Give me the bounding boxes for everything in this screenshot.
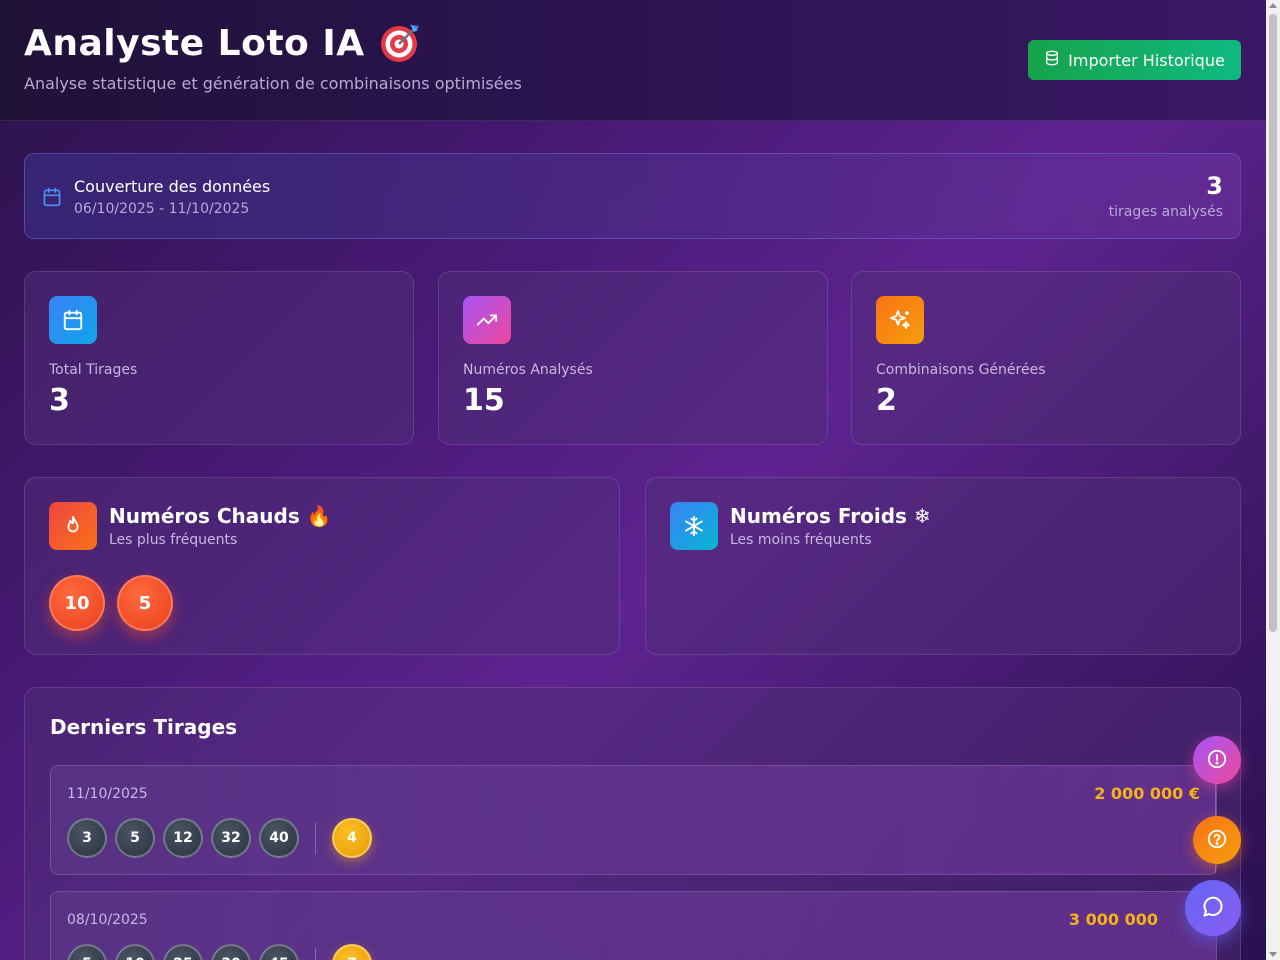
help-circle-icon: [1206, 828, 1228, 853]
draw-number-ball: 5: [67, 944, 107, 960]
draw-number-ball: 5: [115, 818, 155, 858]
draw-number-ball: 12: [163, 818, 203, 858]
trending-up-icon: [463, 296, 511, 344]
app-header: Analyste Loto IA Analyse statistique et …: [0, 0, 1266, 121]
draw-date: 11/10/2025: [67, 786, 148, 802]
draw-separator: [315, 948, 316, 960]
chat-button[interactable]: [1185, 880, 1241, 936]
cold-numbers-subtitle: Les moins fréquents: [730, 532, 872, 548]
draw-prize: 2 000 000 €: [1094, 784, 1200, 803]
app-title-row: Analyste Loto IA: [24, 22, 421, 64]
flame-icon: [49, 502, 97, 550]
stat-label: Numéros Analysés: [463, 362, 593, 378]
draw-date: 08/10/2025: [67, 912, 148, 928]
app-subtitle: Analyse statistique et génération de com…: [24, 74, 522, 93]
stat-value: 2: [876, 383, 897, 418]
alert-button[interactable]: [1193, 736, 1241, 784]
snowflake-icon: [670, 502, 718, 550]
coverage-title: Couverture des données: [74, 177, 271, 196]
draw-number-ball: 3: [67, 818, 107, 858]
draw-number-ball: 25: [163, 944, 203, 960]
target-icon: [379, 22, 421, 64]
latest-draws-card: Derniers Tirages 11/10/2025 2 000 000 € …: [24, 687, 1241, 960]
stat-label: Total Tirages: [49, 362, 138, 378]
import-history-label: Importer Historique: [1068, 50, 1225, 70]
coverage-draw-count: 3: [1206, 172, 1223, 200]
scroll-up-arrow-icon[interactable]: [1269, 3, 1277, 8]
sparkles-icon: [876, 296, 924, 344]
stat-card-total-draws: Total Tirages 3: [24, 271, 414, 445]
hot-numbers-title: Numéros Chauds 🔥: [109, 504, 332, 528]
stat-value: 15: [463, 383, 505, 418]
hot-numbers-subtitle: Les plus fréquents: [109, 532, 238, 548]
draw-prize: 3 000 000: [1068, 910, 1158, 929]
lucky-number-ball: 4: [332, 818, 372, 858]
database-icon: [1044, 50, 1060, 70]
app-title: Analyste Loto IA: [24, 22, 365, 64]
draw-row: 11/10/2025 2 000 000 € 3 5 12 32 40 4: [50, 765, 1217, 875]
cold-numbers-title: Numéros Froids ❄: [730, 504, 931, 528]
draw-separator: [315, 822, 316, 854]
draw-number-ball: 45: [259, 944, 299, 960]
chat-bubble-icon: [1201, 895, 1225, 922]
draw-row: 08/10/2025 3 000 000 5 10 25 30 45 7: [50, 891, 1217, 960]
calendar-icon: [42, 187, 62, 211]
calendar-icon: [49, 296, 97, 344]
cold-numbers-card: Numéros Froids ❄ Les moins fréquents: [645, 477, 1241, 655]
draw-number-ball: 40: [259, 818, 299, 858]
scroll-down-arrow-icon[interactable]: [1269, 952, 1277, 957]
latest-draws-title: Derniers Tirages: [50, 715, 238, 739]
alert-circle-icon: [1206, 748, 1228, 773]
stat-label: Combinaisons Générées: [876, 362, 1046, 378]
coverage-draw-count-label: tirages analysés: [1108, 204, 1223, 220]
coverage-date-range: 06/10/2025 - 11/10/2025: [74, 201, 250, 217]
hot-number-ball: 10: [49, 575, 105, 631]
scrollbar-thumb[interactable]: [1269, 14, 1277, 632]
help-button[interactable]: [1193, 816, 1241, 864]
draw-number-ball: 32: [211, 818, 251, 858]
draw-number-ball: 30: [211, 944, 251, 960]
page: Analyste Loto IA Analyse statistique et …: [0, 0, 1266, 960]
hot-number-ball: 5: [117, 575, 173, 631]
stat-card-numbers-analyzed: Numéros Analysés 15: [438, 271, 828, 445]
stat-value: 3: [49, 383, 70, 418]
vertical-scrollbar[interactable]: [1266, 0, 1280, 960]
hot-numbers-card: Numéros Chauds 🔥 Les plus fréquents 10 5: [24, 477, 620, 655]
stat-card-combinations-generated: Combinaisons Générées 2: [851, 271, 1241, 445]
import-history-button[interactable]: Importer Historique: [1028, 40, 1241, 80]
data-coverage-banner: Couverture des données 06/10/2025 - 11/1…: [24, 153, 1241, 239]
draw-number-ball: 10: [115, 944, 155, 960]
lucky-number-ball: 7: [332, 944, 372, 960]
